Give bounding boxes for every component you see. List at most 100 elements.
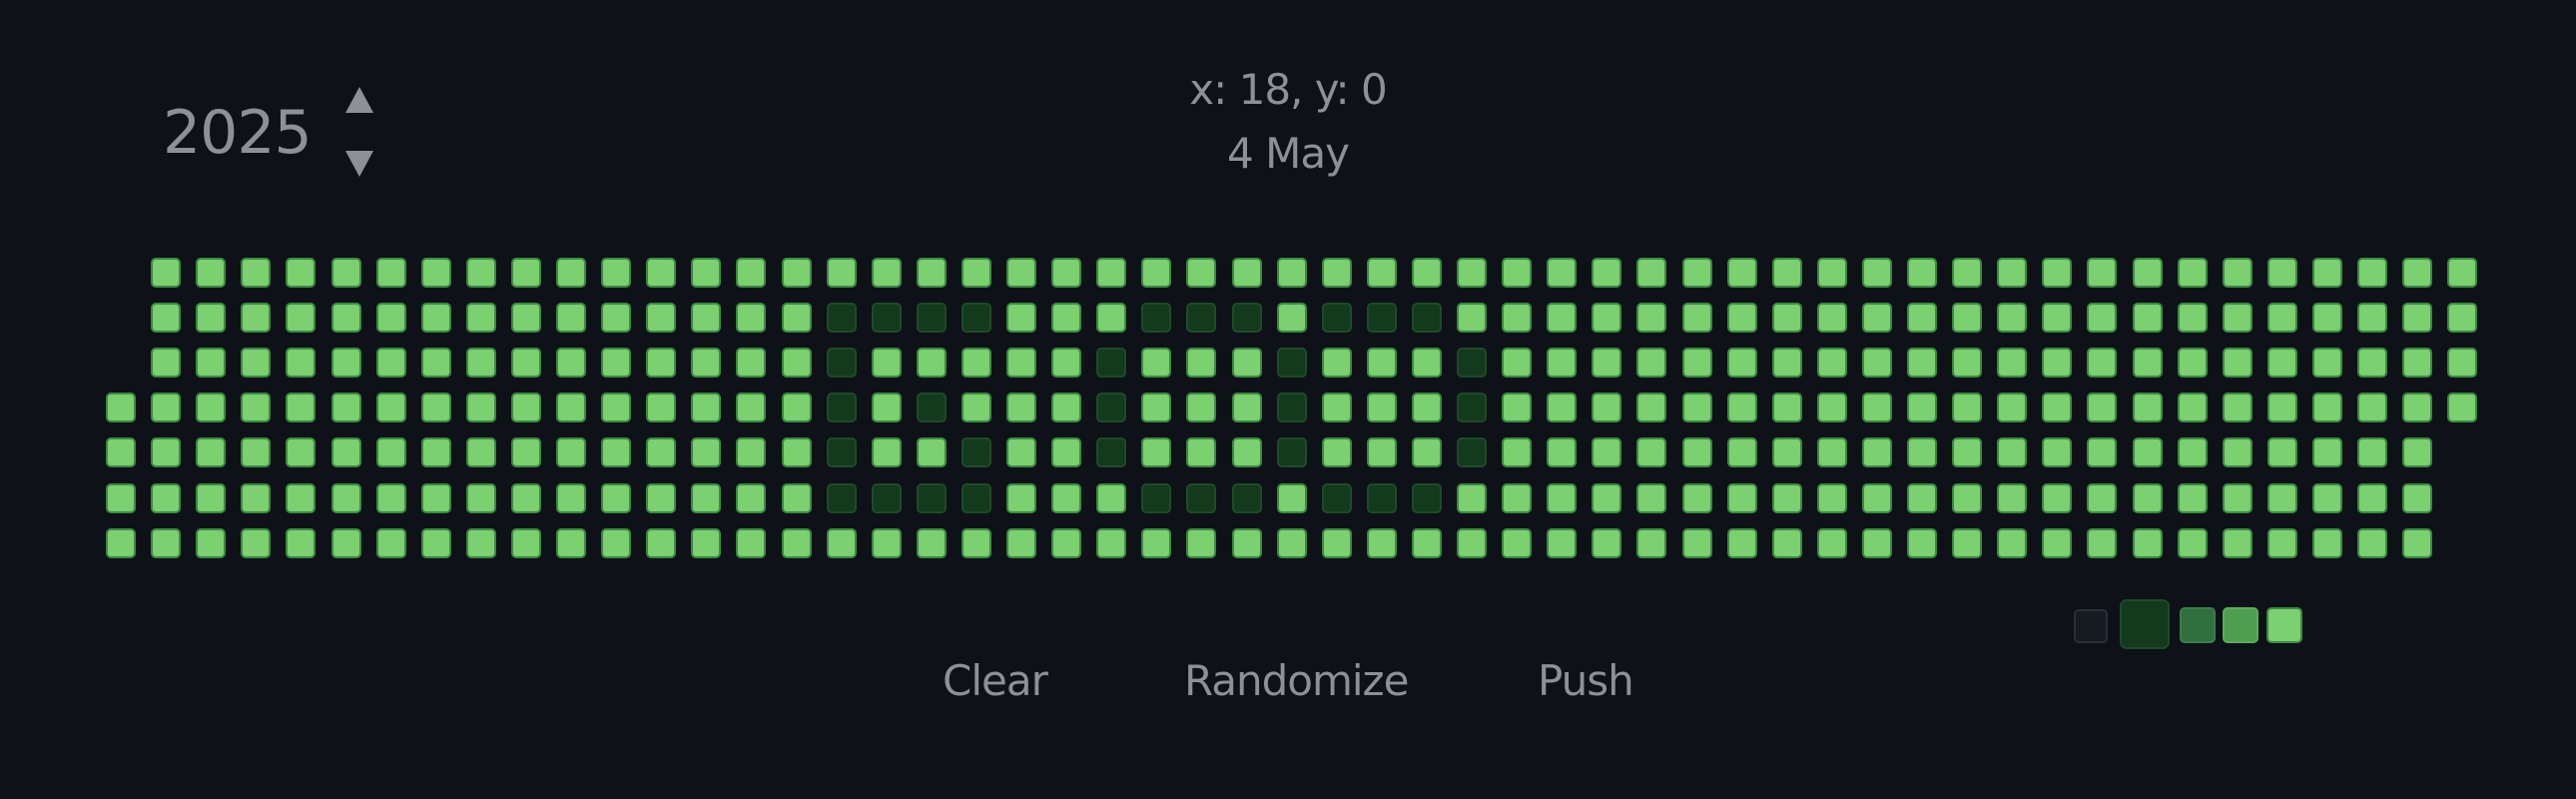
- day-cell[interactable]: [872, 258, 902, 288]
- day-cell[interactable]: [2447, 393, 2477, 422]
- day-cell[interactable]: [2178, 393, 2208, 422]
- day-cell[interactable]: [646, 483, 676, 513]
- day-cell[interactable]: [511, 393, 541, 422]
- day-cell[interactable]: [691, 393, 721, 422]
- day-cell[interactable]: [1502, 437, 1532, 467]
- day-cell[interactable]: [601, 348, 631, 378]
- day-cell[interactable]: [2447, 303, 2477, 333]
- day-cell[interactable]: [1006, 258, 1036, 288]
- day-cell[interactable]: [1006, 393, 1036, 422]
- day-cell[interactable]: [556, 437, 586, 467]
- day-cell[interactable]: [1592, 528, 1621, 558]
- day-cell[interactable]: [1457, 303, 1487, 333]
- day-cell[interactable]: [2267, 348, 2297, 378]
- day-cell[interactable]: [1367, 483, 1397, 513]
- push-button[interactable]: Push: [1538, 653, 1634, 709]
- day-cell[interactable]: [1772, 528, 1802, 558]
- day-cell[interactable]: [1232, 483, 1262, 513]
- day-cell[interactable]: [917, 528, 947, 558]
- day-cell[interactable]: [286, 437, 316, 467]
- day-cell[interactable]: [872, 483, 902, 513]
- day-cell[interactable]: [1817, 348, 1847, 378]
- day-cell[interactable]: [466, 437, 496, 467]
- day-cell[interactable]: [2133, 483, 2163, 513]
- day-cell[interactable]: [962, 483, 991, 513]
- day-cell[interactable]: [286, 303, 316, 333]
- day-cell[interactable]: [331, 348, 361, 378]
- day-cell[interactable]: [1997, 348, 2027, 378]
- day-cell[interactable]: [1592, 437, 1621, 467]
- day-cell[interactable]: [151, 303, 181, 333]
- day-cell[interactable]: [1592, 348, 1621, 378]
- day-cell[interactable]: [827, 303, 857, 333]
- day-cell[interactable]: [556, 348, 586, 378]
- day-cell[interactable]: [1096, 437, 1126, 467]
- day-cell[interactable]: [646, 393, 676, 422]
- day-cell[interactable]: [1862, 393, 1892, 422]
- day-cell[interactable]: [1862, 348, 1892, 378]
- day-cell[interactable]: [736, 483, 766, 513]
- day-cell[interactable]: [1277, 437, 1307, 467]
- day-cell[interactable]: [2267, 393, 2297, 422]
- day-cell[interactable]: [1322, 393, 1352, 422]
- day-cell[interactable]: [1817, 258, 1847, 288]
- day-cell[interactable]: [1907, 528, 1937, 558]
- day-cell[interactable]: [1592, 303, 1621, 333]
- day-cell[interactable]: [1186, 483, 1216, 513]
- day-cell[interactable]: [1141, 483, 1171, 513]
- day-cell[interactable]: [1772, 393, 1802, 422]
- day-cell[interactable]: [376, 528, 406, 558]
- day-cell[interactable]: [1502, 258, 1532, 288]
- day-cell[interactable]: [1727, 528, 1757, 558]
- day-cell[interactable]: [827, 393, 857, 422]
- day-cell[interactable]: [736, 528, 766, 558]
- day-cell[interactable]: [1727, 348, 1757, 378]
- day-cell[interactable]: [1457, 348, 1487, 378]
- day-cell[interactable]: [466, 483, 496, 513]
- day-cell[interactable]: [331, 483, 361, 513]
- day-cell[interactable]: [1772, 303, 1802, 333]
- day-cell[interactable]: [1186, 393, 1216, 422]
- day-cell[interactable]: [2267, 437, 2297, 467]
- day-cell[interactable]: [1682, 437, 1712, 467]
- day-cell[interactable]: [1727, 483, 1757, 513]
- day-cell[interactable]: [2267, 258, 2297, 288]
- day-cell[interactable]: [601, 528, 631, 558]
- day-cell[interactable]: [241, 303, 271, 333]
- day-cell[interactable]: [241, 393, 271, 422]
- day-cell[interactable]: [1457, 258, 1487, 288]
- day-cell[interactable]: [331, 303, 361, 333]
- day-cell[interactable]: [2312, 483, 2342, 513]
- day-cell[interactable]: [691, 348, 721, 378]
- day-cell[interactable]: [2087, 258, 2117, 288]
- day-cell[interactable]: [151, 393, 181, 422]
- day-cell[interactable]: [1727, 437, 1757, 467]
- day-cell[interactable]: [421, 483, 451, 513]
- day-cell[interactable]: [827, 348, 857, 378]
- day-cell[interactable]: [376, 393, 406, 422]
- day-cell[interactable]: [1051, 437, 1081, 467]
- day-cell[interactable]: [511, 437, 541, 467]
- day-cell[interactable]: [1186, 437, 1216, 467]
- day-cell[interactable]: [1412, 258, 1442, 288]
- day-cell[interactable]: [1907, 393, 1937, 422]
- day-cell[interactable]: [1636, 437, 1666, 467]
- day-cell[interactable]: [2133, 393, 2163, 422]
- day-cell[interactable]: [1547, 483, 1577, 513]
- day-cell[interactable]: [2087, 348, 2117, 378]
- day-cell[interactable]: [1952, 483, 1982, 513]
- day-cell[interactable]: [782, 437, 812, 467]
- day-cell[interactable]: [331, 393, 361, 422]
- day-cell[interactable]: [2312, 348, 2342, 378]
- day-cell[interactable]: [1232, 393, 1262, 422]
- day-cell[interactable]: [196, 483, 226, 513]
- day-cell[interactable]: [241, 528, 271, 558]
- day-cell[interactable]: [1186, 303, 1216, 333]
- year-decrement-button[interactable]: [342, 146, 376, 180]
- day-cell[interactable]: [2312, 437, 2342, 467]
- day-cell[interactable]: [2357, 348, 2387, 378]
- day-cell[interactable]: [2447, 258, 2477, 288]
- day-cell[interactable]: [2223, 258, 2253, 288]
- day-cell[interactable]: [376, 258, 406, 288]
- day-cell[interactable]: [106, 393, 136, 422]
